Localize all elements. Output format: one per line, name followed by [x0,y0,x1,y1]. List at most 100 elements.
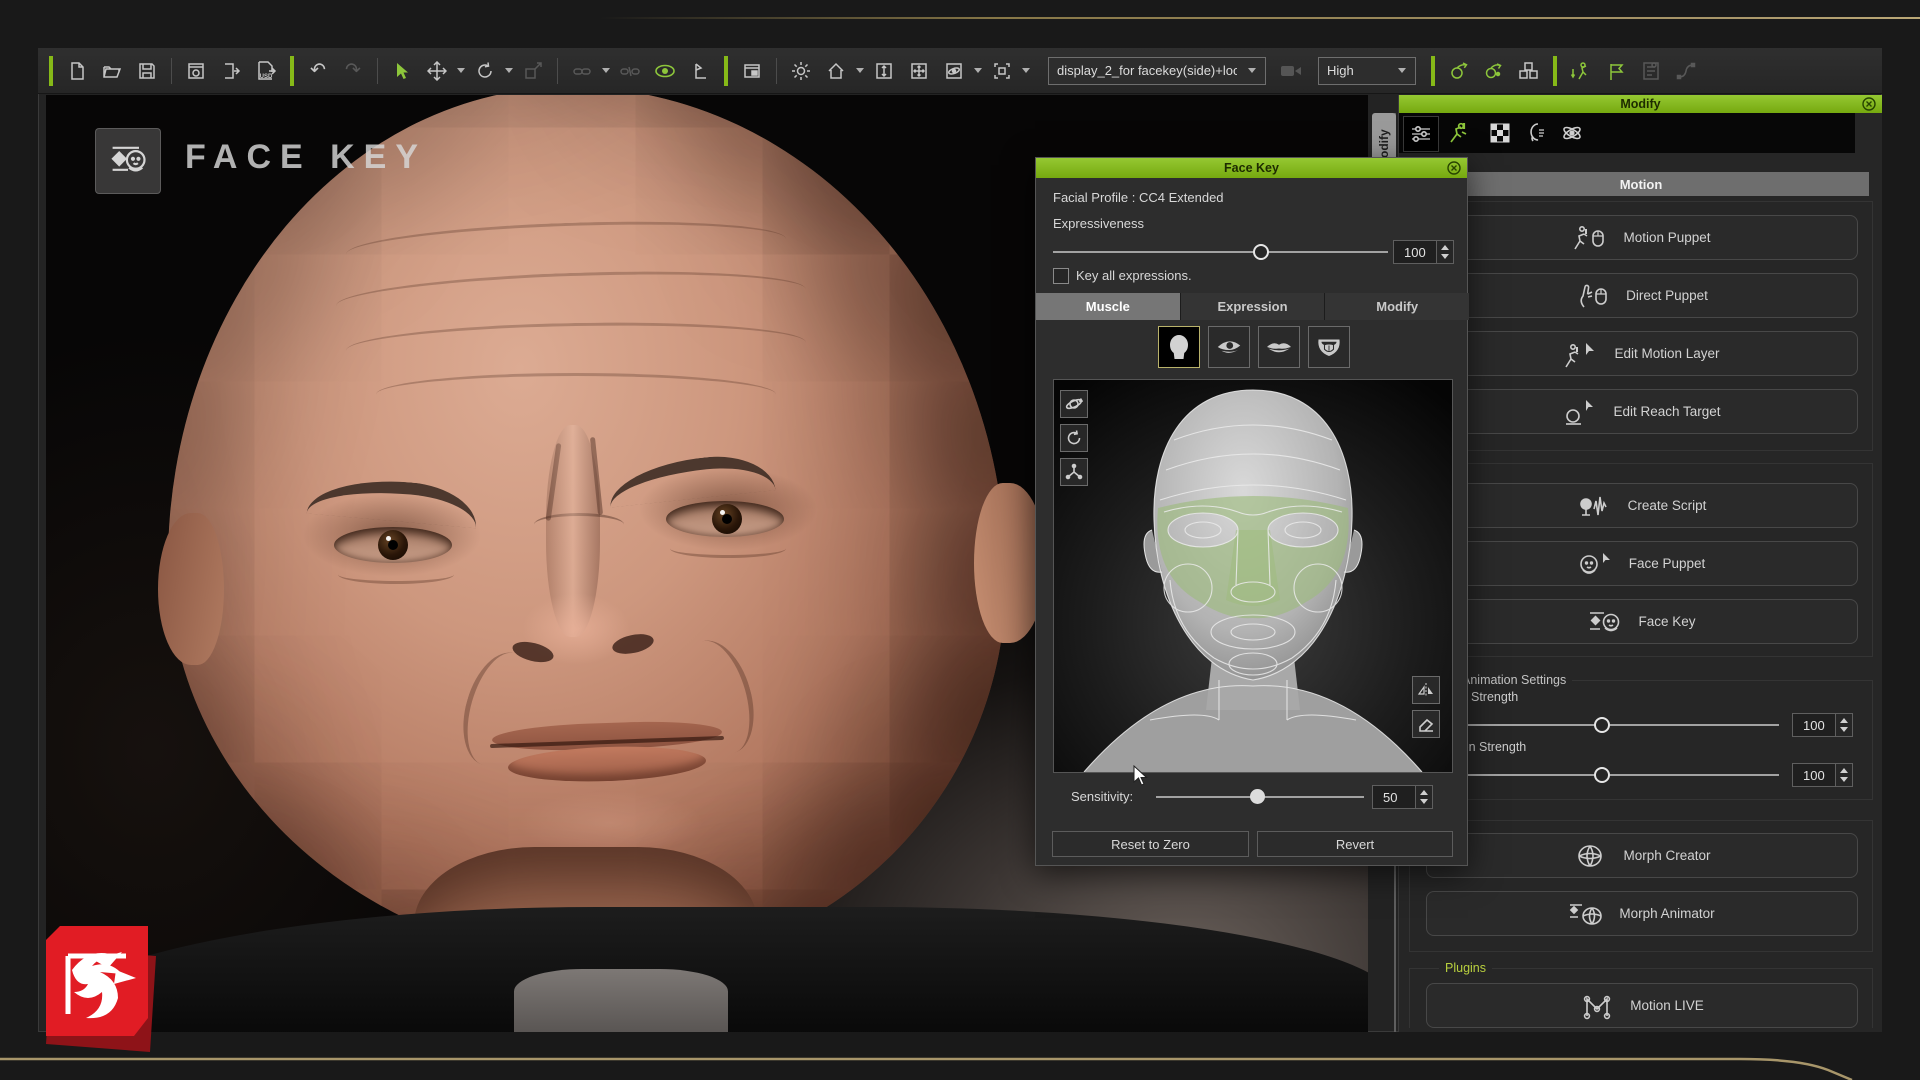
muscle-face-diagram[interactable] [1053,379,1453,773]
direct-puppet-button[interactable]: Direct Puppet [1426,273,1858,318]
sensitivity-spinbox[interactable]: 50 [1372,785,1433,809]
face-key-dialog-titlebar[interactable]: Face Key [1036,158,1467,178]
tab-physics[interactable] [1555,116,1589,150]
fit-all-button[interactable] [903,55,935,87]
motion-strength-value[interactable]: 100 [1792,763,1836,787]
modify-panel-titlebar[interactable]: Modify [1399,95,1882,113]
reset-to-zero-button[interactable]: Reset to Zero [1052,831,1249,857]
shirt [514,969,728,1032]
sensitivity-slider-knob[interactable] [1250,789,1265,804]
tab-general[interactable] [1403,116,1439,152]
move-tool-caret[interactable] [457,68,465,73]
actor-key-button[interactable] [1565,55,1597,87]
collect-clip-button[interactable] [1635,55,1667,87]
part-tongue-button[interactable] [1308,326,1350,368]
tab-modify[interactable]: Modify [1325,293,1469,320]
rotate-tool-caret[interactable] [505,68,513,73]
morph-animator-button[interactable]: Morph Animator [1426,891,1858,936]
strength-spinbox[interactable]: 100 [1792,713,1853,737]
tab-material[interactable] [1483,116,1517,150]
sensitivity-value[interactable]: 50 [1372,785,1416,809]
expressiveness-value[interactable]: 100 [1393,240,1437,264]
fit-vertical-button[interactable] [868,55,900,87]
motion-puppet-button[interactable]: Motion Puppet [1426,215,1858,260]
expressiveness-label: Expressiveness [1053,216,1144,231]
undo-button[interactable]: ↶ [302,55,334,87]
edit-reach-target-button[interactable]: Edit Reach Target [1426,389,1858,434]
strength-slider-knob[interactable] [1594,717,1610,733]
look-at-tool-button[interactable] [1478,55,1510,87]
attach-caret[interactable] [602,68,610,73]
face-puppet-button[interactable]: Face Puppet [1426,541,1858,586]
attach-button[interactable] [566,55,598,87]
sensitivity-slider[interactable] [1156,796,1364,798]
orbit-camera-caret[interactable] [974,68,982,73]
open-project-button[interactable] [96,55,128,87]
motion-strength-slider-knob[interactable] [1594,767,1610,783]
export-usd-button[interactable]: USD [250,55,282,87]
frame-object-caret[interactable] [1022,68,1030,73]
dialog-close-icon[interactable] [1447,161,1461,175]
tab-muscle[interactable]: Muscle [1036,293,1181,320]
flag-marker-button[interactable] [1600,55,1632,87]
save-project-button[interactable] [131,55,163,87]
face-key-button-icon [1588,607,1622,637]
motion-strength-slider[interactable] [1425,774,1779,776]
key-all-expressions-checkbox[interactable] [1053,268,1069,284]
revert-button[interactable]: Revert [1257,831,1453,857]
scene-light-button[interactable] [785,55,817,87]
tab-animation-active[interactable] [1441,116,1475,150]
dock-layout-button[interactable] [736,55,768,87]
part-eye-button[interactable] [1208,326,1250,368]
home-camera-caret[interactable] [856,68,864,73]
pose-tool-button[interactable] [1443,55,1475,87]
frame-object-button[interactable] [986,55,1018,87]
curve-editor-button[interactable] [1670,55,1702,87]
diagram-mirror-tool[interactable] [1412,676,1440,704]
export-media-button[interactable] [215,55,247,87]
strength-spin-arrows[interactable] [1836,713,1853,737]
diagram-eraser-tool[interactable] [1412,710,1440,738]
home-camera-button[interactable] [820,55,852,87]
rotate-tool-button[interactable] [469,55,501,87]
viewport-overlay-title: FACE KEY [185,138,427,177]
motion-strength-spinbox[interactable]: 100 [1792,763,1853,787]
diagram-orbit-tool[interactable] [1060,390,1088,418]
quality-select[interactable]: High [1318,57,1416,85]
morph-creator-button[interactable]: Morph Creator [1426,833,1858,878]
move-tool-button[interactable] [421,55,453,87]
curve-editor-icon [1676,61,1696,81]
expressiveness-spin-arrows[interactable] [1437,240,1454,264]
scale-tool-button[interactable] [517,55,549,87]
close-icon[interactable] [1862,97,1876,111]
redo-button[interactable]: ↷ [337,55,369,87]
orbit-camera-button[interactable] [938,55,970,87]
select-tool-button[interactable] [386,55,418,87]
preview-camera-button[interactable] [1275,55,1307,87]
strength-value[interactable]: 100 [1792,713,1836,737]
diagram-reset-rotation-tool[interactable] [1060,424,1088,452]
motion-strength-spin-arrows[interactable] [1836,763,1853,787]
expressiveness-slider[interactable] [1053,251,1388,253]
tab-avatar[interactable] [1519,116,1553,150]
motion-live-button[interactable]: Motion LIVE [1426,983,1858,1028]
diagram-joint-tool[interactable] [1060,458,1088,486]
show-hide-button[interactable] [649,55,681,87]
sensitivity-spin-arrows[interactable] [1416,785,1433,809]
expressiveness-slider-knob[interactable] [1253,244,1269,260]
edit-motion-layer-button[interactable]: Edit Motion Layer [1426,331,1858,376]
detach-button[interactable] [614,55,646,87]
new-file-button[interactable] [61,55,93,87]
expressiveness-spinbox[interactable]: 100 [1393,240,1454,264]
face-key-button[interactable]: Face Key [1426,599,1858,644]
render-preview-button[interactable] [180,55,212,87]
strength-slider[interactable] [1425,724,1779,726]
tongue-icon [1314,332,1344,362]
create-script-button[interactable]: Create Script [1426,483,1858,528]
camera-view-select[interactable]: display_2_for facekey(side)+look at [1048,57,1266,85]
tab-expression[interactable]: Expression [1181,293,1326,320]
part-mouth-button[interactable] [1258,326,1300,368]
pivot-edit-button[interactable] [684,55,716,87]
part-head-button[interactable] [1158,326,1200,368]
prop-tool-button[interactable] [1513,55,1545,87]
